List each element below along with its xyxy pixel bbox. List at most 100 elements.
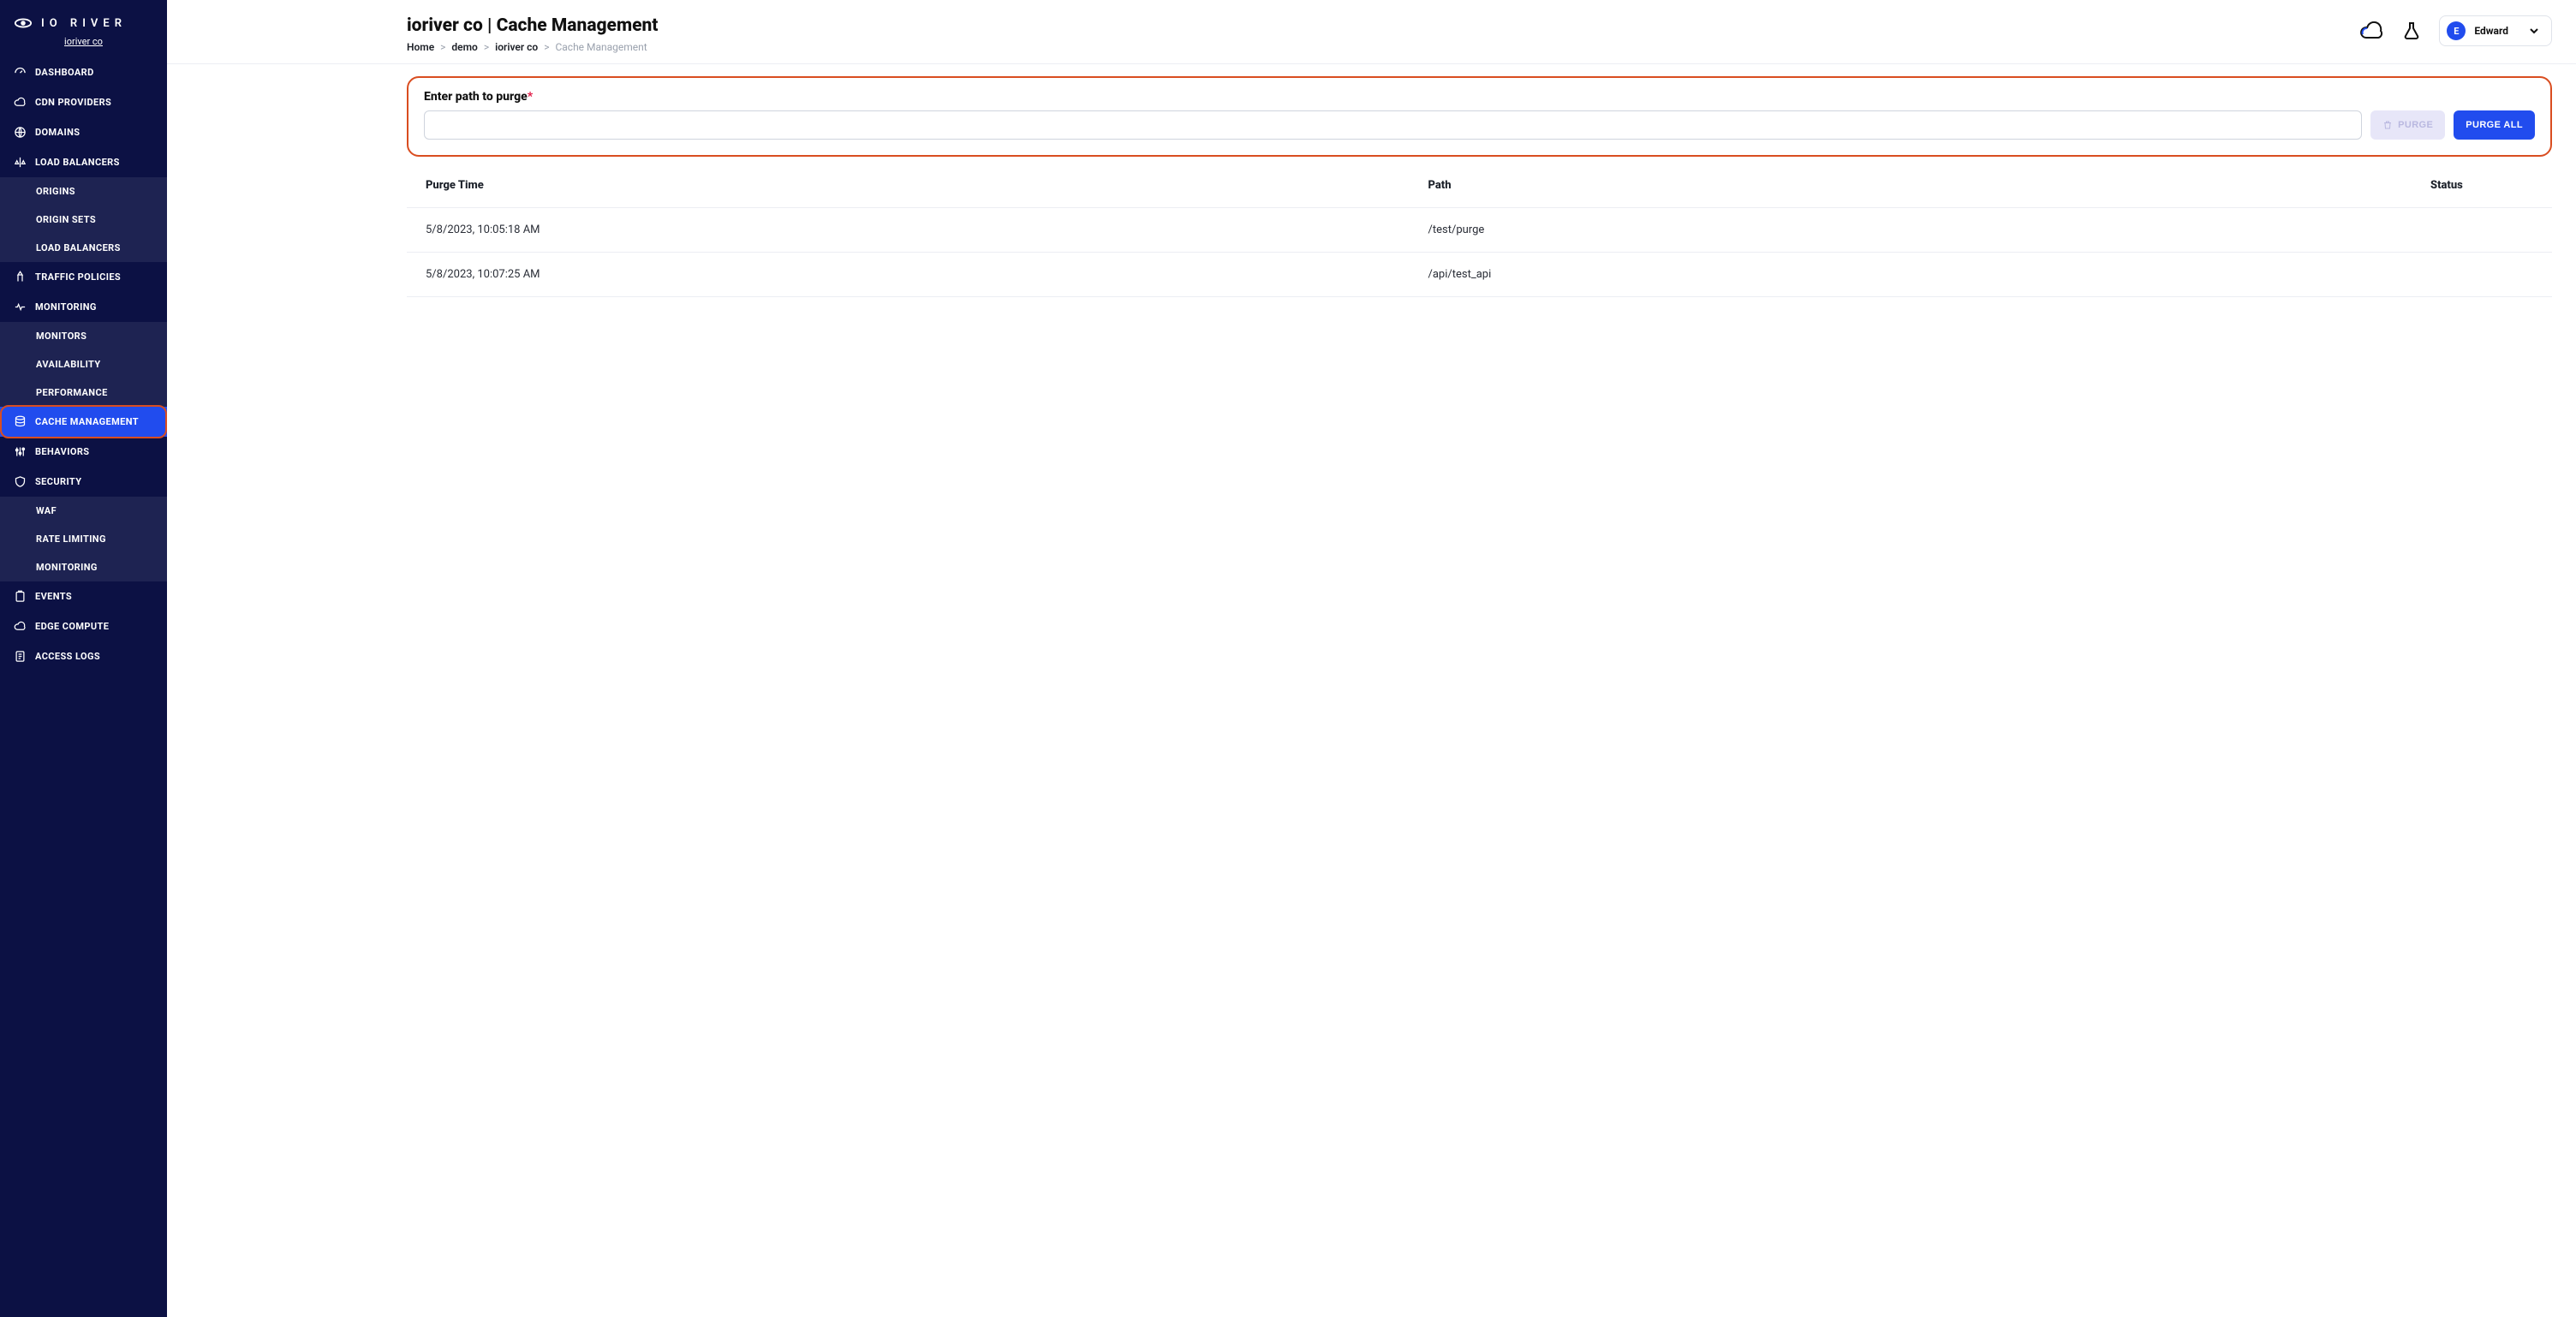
sidebar-item-label: CACHE MANAGEMENT bbox=[35, 416, 139, 427]
purge-button-label: PURGE bbox=[2398, 120, 2433, 130]
cloud-status-icon[interactable] bbox=[2358, 21, 2384, 40]
column-header-status: Status bbox=[2430, 179, 2533, 192]
topbar-left: ioriver co | Cache Management Home > dem… bbox=[407, 15, 658, 53]
sidebar-sub-security-monitoring[interactable]: MONITORING bbox=[0, 553, 167, 581]
cloud-cog-icon bbox=[14, 620, 27, 633]
user-name: Edward bbox=[2474, 25, 2508, 37]
purge-all-button-label: PURGE ALL bbox=[2466, 120, 2523, 130]
sidebar-item-label: MONITORING bbox=[36, 562, 98, 573]
sidebar-item-label: ACCESS LOGS bbox=[35, 651, 100, 662]
breadcrumb: Home > demo > ioriver co > Cache Managem… bbox=[407, 41, 658, 53]
purge-path-input[interactable] bbox=[424, 110, 2362, 140]
flask-icon[interactable] bbox=[2403, 21, 2420, 40]
sliders-icon bbox=[14, 445, 27, 458]
purge-all-button[interactable]: PURGE ALL bbox=[2454, 110, 2535, 140]
breadcrumb-item-demo[interactable]: demo bbox=[451, 41, 477, 53]
sidebar-item-security[interactable]: SECURITY bbox=[0, 467, 167, 497]
purge-row: PURGE PURGE ALL bbox=[424, 110, 2535, 140]
sidebar-item-label: ORIGIN SETS bbox=[36, 214, 96, 225]
breadcrumb-separator: > bbox=[484, 41, 489, 53]
cell-path: /test/purge bbox=[1428, 223, 2431, 236]
sidebar-sub-origins[interactable]: ORIGINS bbox=[0, 177, 167, 206]
sidebar-item-domains[interactable]: DOMAINS bbox=[0, 117, 167, 147]
sidebar-item-edge-compute[interactable]: EDGE COMPUTE bbox=[0, 611, 167, 641]
sidebar-item-cache-management[interactable]: CACHE MANAGEMENT bbox=[0, 407, 167, 437]
sidebar-item-load-balancers[interactable]: LOAD BALANCERS bbox=[0, 147, 167, 177]
logo-icon bbox=[14, 14, 33, 33]
cell-time: 5/8/2023, 10:07:25 AM bbox=[426, 268, 1428, 281]
sidebar-sub-performance[interactable]: PERFORMANCE bbox=[0, 378, 167, 407]
cell-status bbox=[2430, 223, 2533, 236]
breadcrumb-separator: > bbox=[440, 41, 445, 53]
sidebar-item-cdn-providers[interactable]: CDN PROVIDERS bbox=[0, 87, 167, 117]
cell-time: 5/8/2023, 10:05:18 AM bbox=[426, 223, 1428, 236]
sidebar-item-events[interactable]: EVENTS bbox=[0, 581, 167, 611]
sidebar-item-monitoring[interactable]: MONITORING bbox=[0, 292, 167, 322]
sidebar-item-label: DOMAINS bbox=[35, 127, 80, 138]
avatar: E bbox=[2447, 21, 2466, 40]
cell-path: /api/test_api bbox=[1428, 268, 2431, 281]
sidebar-sub-rate-limiting[interactable]: RATE LIMITING bbox=[0, 525, 167, 553]
column-header-path: Path bbox=[1428, 179, 2431, 192]
sidebar-item-label: EVENTS bbox=[35, 591, 72, 602]
globe-icon bbox=[14, 126, 27, 139]
sidebar-item-label: MONITORS bbox=[36, 331, 86, 342]
sidebar-sub-origin-sets[interactable]: ORIGIN SETS bbox=[0, 206, 167, 234]
topbar: ioriver co | Cache Management Home > dem… bbox=[167, 0, 2576, 64]
breadcrumb-item-project[interactable]: ioriver co bbox=[495, 41, 538, 53]
sidebar-sub-monitors[interactable]: MONITORS bbox=[0, 322, 167, 350]
trash-icon bbox=[2382, 120, 2393, 130]
shield-icon bbox=[14, 475, 27, 488]
sidebar-item-behaviors[interactable]: BEHAVIORS bbox=[0, 437, 167, 467]
purge-history-table: Purge Time Path Status 5/8/2023, 10:05:1… bbox=[407, 164, 2552, 297]
sidebar-item-label: MONITORING bbox=[35, 301, 97, 313]
cloud-icon bbox=[14, 96, 27, 109]
sidebar-item-label: AVAILABILITY bbox=[36, 359, 101, 370]
breadcrumb-item-home[interactable]: Home bbox=[407, 41, 434, 53]
sidebar-item-label: CDN PROVIDERS bbox=[35, 97, 111, 108]
cell-status bbox=[2430, 268, 2533, 281]
purge-panel: Enter path to purge* PURGE PURGE ALL bbox=[407, 76, 2552, 157]
balance-icon bbox=[14, 156, 27, 169]
sidebar-item-label: DASHBOARD bbox=[35, 67, 94, 78]
breadcrumb-item-current: Cache Management bbox=[555, 41, 647, 53]
brand[interactable]: IO RIVER bbox=[0, 0, 167, 36]
sidebar: IO RIVER ioriver co DASHBOARD CDN PROVID… bbox=[0, 0, 167, 1317]
sidebar-item-label: SECURITY bbox=[35, 476, 81, 487]
sidebar-sub-load-balancers[interactable]: LOAD BALANCERS bbox=[0, 234, 167, 262]
traffic-icon bbox=[14, 271, 27, 283]
heartbeat-icon bbox=[14, 301, 27, 313]
sidebar-item-label: PERFORMANCE bbox=[36, 387, 108, 398]
sidebar-item-label: RATE LIMITING bbox=[36, 533, 106, 545]
file-icon bbox=[14, 650, 27, 663]
sidebar-item-label: WAF bbox=[36, 505, 57, 516]
sidebar-item-label: ORIGINS bbox=[36, 186, 75, 197]
sidebar-item-label: LOAD BALANCERS bbox=[36, 242, 121, 253]
purge-label-text: Enter path to purge bbox=[424, 90, 528, 104]
sidebar-nav: DASHBOARD CDN PROVIDERS DOMAINS LOAD BAL… bbox=[0, 57, 167, 671]
sidebar-item-dashboard[interactable]: DASHBOARD bbox=[0, 57, 167, 87]
sidebar-item-label: EDGE COMPUTE bbox=[35, 621, 109, 632]
sidebar-item-label: TRAFFIC POLICIES bbox=[35, 271, 121, 283]
sidebar-item-label: LOAD BALANCERS bbox=[35, 157, 120, 168]
sidebar-sub-waf[interactable]: WAF bbox=[0, 497, 167, 525]
sidebar-item-label: BEHAVIORS bbox=[35, 446, 89, 457]
main: ioriver co | Cache Management Home > dem… bbox=[167, 0, 2576, 1317]
gauge-icon bbox=[14, 66, 27, 79]
brand-subtitle[interactable]: ioriver co bbox=[0, 36, 167, 57]
table-header-row: Purge Time Path Status bbox=[407, 164, 2552, 208]
sidebar-item-traffic-policies[interactable]: TRAFFIC POLICIES bbox=[0, 262, 167, 292]
sidebar-sub-availability[interactable]: AVAILABILITY bbox=[0, 350, 167, 378]
column-header-time: Purge Time bbox=[426, 179, 1428, 192]
topbar-right: E Edward bbox=[2358, 15, 2552, 46]
user-menu[interactable]: E Edward bbox=[2439, 15, 2552, 46]
content: Enter path to purge* PURGE PURGE ALL Pur… bbox=[167, 64, 2576, 321]
table-row: 5/8/2023, 10:07:25 AM /api/test_api bbox=[407, 253, 2552, 297]
clipboard-icon bbox=[14, 590, 27, 603]
sidebar-item-access-logs[interactable]: ACCESS LOGS bbox=[0, 641, 167, 671]
purge-button[interactable]: PURGE bbox=[2370, 110, 2445, 140]
brand-name: IO RIVER bbox=[41, 17, 127, 30]
purge-field-label: Enter path to purge* bbox=[424, 90, 2535, 104]
chevron-down-icon bbox=[2529, 26, 2539, 36]
table-row: 5/8/2023, 10:05:18 AM /test/purge bbox=[407, 208, 2552, 253]
